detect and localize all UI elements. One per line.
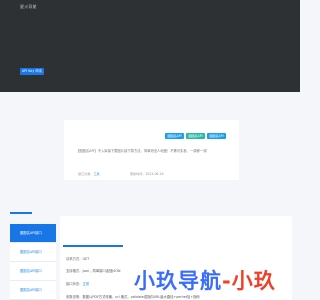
format-row: 支持格式：json，简单接口返回JSON [66, 269, 121, 273]
category-meta: 接口分类：工具 [78, 171, 100, 176]
tag-2[interactable]: 图图名API [186, 133, 205, 139]
status-row: 接口状态：正常 [66, 282, 90, 286]
update-time-value: 2024-06-16 [145, 172, 164, 176]
request-method-row: 请求方式：GET [66, 257, 90, 261]
sidebar-nav: 图图名API接口 图图名API接口 图图名API接口 图图名API接口 [10, 224, 56, 300]
tab-underline [63, 245, 123, 247]
api-description: 【图图名API】不入库接下载图片接下算方法，简单而没人地做！不需可实参，一调即一… [76, 149, 207, 153]
update-time-label: 更新时间： [130, 172, 146, 176]
category-link[interactable]: 工具 [93, 172, 99, 176]
sidebar-item-2[interactable]: 图图名API接口 [10, 243, 56, 262]
update-time-meta: 更新时间：2024-06-16 [130, 171, 163, 176]
site-watermark: 小玖导航-小玖 [134, 269, 276, 293]
category-label: 接口分类： [78, 172, 94, 176]
hero-banner: 星火导航 API Key 申请 [0, 0, 300, 92]
tag-3[interactable]: 图图名API [207, 133, 226, 139]
sidebar-item-4[interactable]: 图图名API接口 [10, 281, 56, 300]
sidebar-item-3[interactable]: 图图名API接口 [10, 262, 56, 281]
api-key-button[interactable]: API Key 申请 [20, 68, 44, 75]
sidebar-item-1[interactable]: 图图名API接口 [10, 224, 56, 243]
site-logo[interactable]: 星火导航 [20, 4, 37, 10]
tag-1[interactable]: 图图名API [165, 133, 184, 139]
sidebar-header-accent [10, 212, 32, 214]
